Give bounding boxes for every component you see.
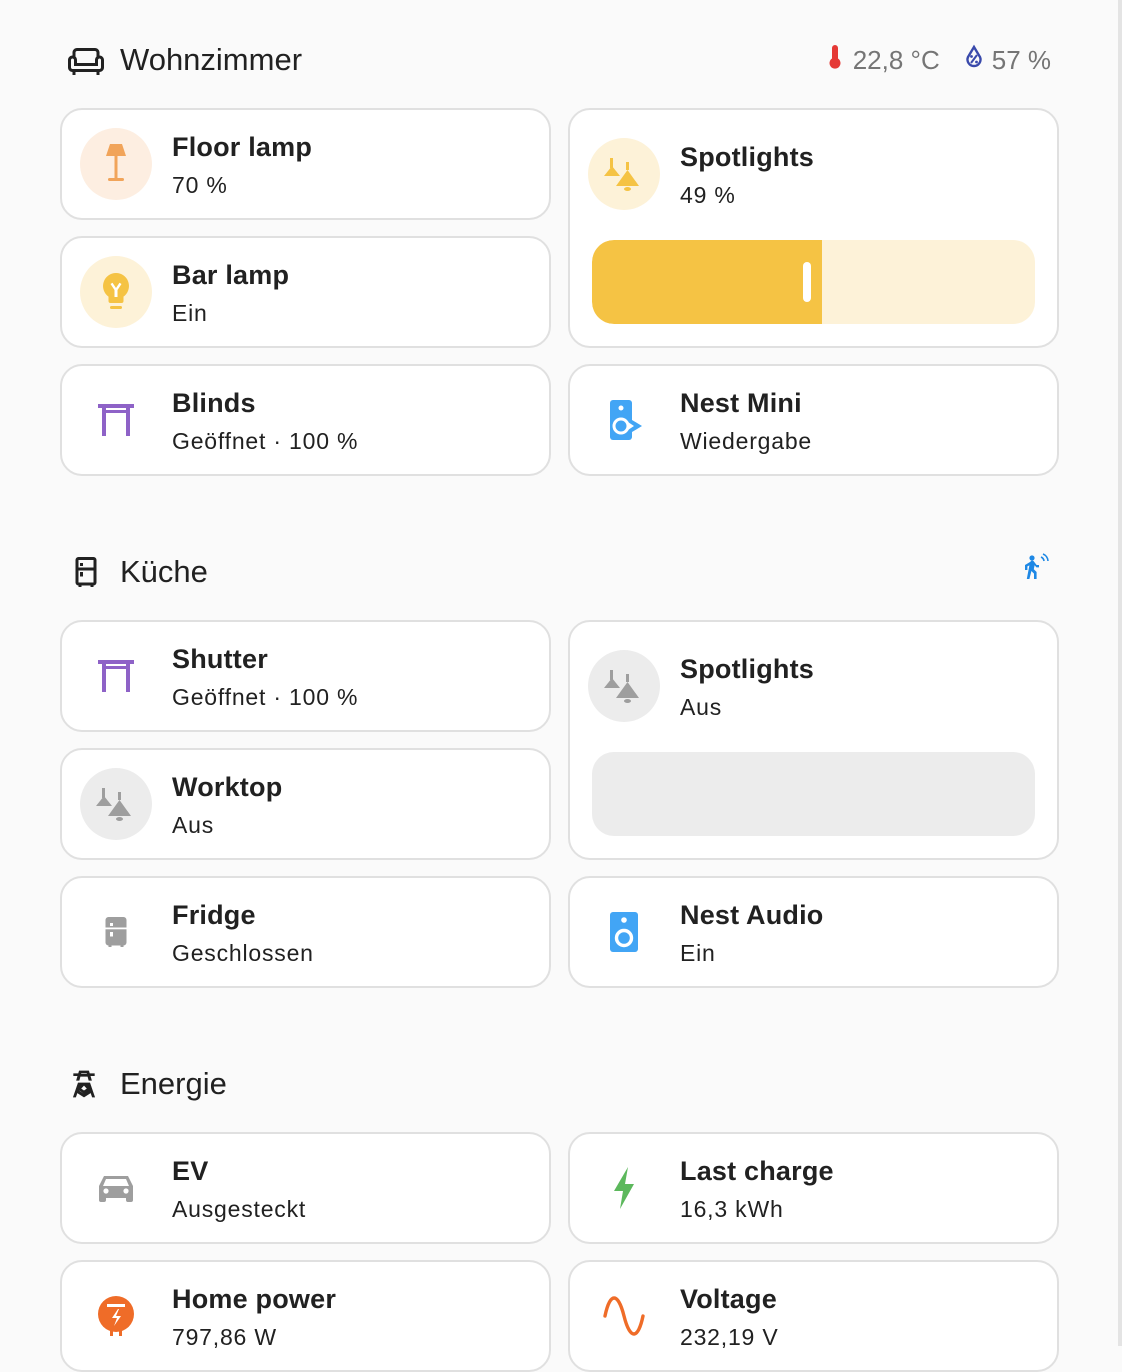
card-ev[interactable]: EV Ausgesteckt	[60, 1132, 551, 1244]
section-wohnzimmer: Wohnzimmer 22,8 °C 57 % Floor lamp 70 % …	[60, 32, 1059, 476]
section-header: Energie	[60, 1056, 1059, 1112]
sofa-icon	[68, 40, 108, 80]
brightness-slider[interactable]	[592, 240, 1035, 324]
floor-lamp-icon[interactable]	[80, 128, 152, 200]
transmission-tower-icon	[68, 1064, 108, 1104]
card-state: Ausgesteckt	[172, 1196, 307, 1222]
humidity-value: 57 %	[991, 44, 1051, 75]
blinds-icon[interactable]	[80, 640, 152, 712]
card-state: Ein	[172, 300, 208, 326]
card-name: Bar lamp	[172, 260, 290, 290]
card-name: Spotlights	[680, 654, 814, 684]
card-state: Aus	[172, 812, 215, 838]
lightning-icon[interactable]	[588, 1152, 660, 1224]
card-home-power[interactable]: Home power 797,86 W	[60, 1260, 551, 1372]
card-name: EV	[172, 1156, 209, 1186]
card-state: 49 %	[680, 182, 736, 208]
card-floor-lamp[interactable]: Floor lamp 70 %	[60, 108, 551, 220]
temperature-value: 22,8 °C	[852, 44, 940, 75]
card-state: Ein	[680, 940, 716, 966]
speaker-icon[interactable]	[588, 896, 660, 968]
card-name: Nest Mini	[680, 388, 802, 418]
card-state: 16,3 kWh	[680, 1196, 784, 1222]
section-title: Wohnzimmer	[120, 42, 303, 77]
slider-fill	[592, 240, 822, 324]
card-name: Fridge	[172, 900, 256, 930]
card-spotlights-wohnzimmer[interactable]: Spotlights 49 %	[568, 108, 1059, 348]
card-name: Home power	[172, 1284, 337, 1314]
card-fridge[interactable]: Fridge Geschlossen	[60, 876, 551, 988]
card-name: Worktop	[172, 772, 283, 802]
water-percent-icon	[962, 43, 986, 78]
card-name: Spotlights	[680, 142, 814, 172]
card-state: 70 %	[172, 172, 228, 198]
card-name: Floor lamp	[172, 132, 313, 162]
sine-wave-icon[interactable]	[588, 1280, 660, 1352]
blinds-icon[interactable]	[80, 384, 152, 456]
card-state: Geöffnet · 100 %	[172, 684, 359, 710]
section-header: Küche	[60, 544, 1059, 600]
spotlights-icon[interactable]	[588, 650, 660, 722]
spotlights-icon[interactable]	[588, 138, 660, 210]
card-name: Voltage	[680, 1284, 777, 1314]
card-worktop[interactable]: Worktop Aus	[60, 748, 551, 860]
temperature-badge[interactable]: 22,8 °C	[823, 43, 940, 78]
thermometer-icon	[823, 43, 847, 78]
card-state: Aus	[680, 694, 723, 720]
card-name: Last charge	[680, 1156, 834, 1186]
humidity-badge[interactable]: 57 %	[962, 43, 1051, 78]
home-power-icon[interactable]	[80, 1280, 152, 1352]
card-state: Geschlossen	[172, 940, 314, 966]
card-voltage[interactable]: Voltage 232,19 V	[568, 1260, 1059, 1372]
card-name: Nest Audio	[680, 900, 824, 930]
speaker-play-icon[interactable]	[588, 384, 660, 456]
card-spotlights-kueche[interactable]: Spotlights Aus	[568, 620, 1059, 860]
card-state: Geöffnet · 100 %	[172, 428, 359, 454]
fridge-icon	[68, 552, 108, 592]
card-name: Shutter	[172, 644, 268, 674]
car-icon[interactable]	[80, 1152, 152, 1224]
card-blinds[interactable]: Blinds Geöffnet · 100 %	[60, 364, 551, 476]
section-title: Energie	[120, 1066, 227, 1101]
fridge-icon[interactable]	[80, 896, 152, 968]
motion-badge[interactable]	[1019, 552, 1051, 592]
card-nest-audio[interactable]: Nest Audio Ein	[568, 876, 1059, 988]
section-header: Wohnzimmer 22,8 °C 57 %	[60, 32, 1059, 88]
card-bar-lamp[interactable]: Bar lamp Ein	[60, 236, 551, 348]
card-name: Blinds	[172, 388, 256, 418]
card-nest-mini[interactable]: Nest Mini Wiedergabe	[568, 364, 1059, 476]
motion-icon	[1019, 552, 1051, 592]
card-state: Wiedergabe	[680, 428, 813, 454]
card-state: 232,19 V	[680, 1324, 779, 1350]
section-energie: Energie EV Ausgesteckt Home power 797,86…	[60, 1056, 1059, 1372]
card-state: 797,86 W	[172, 1324, 277, 1350]
spotlights-icon[interactable]	[80, 768, 152, 840]
lightbulb-icon[interactable]	[80, 256, 152, 328]
section-title: Küche	[120, 554, 208, 589]
slider-handle[interactable]	[803, 262, 811, 302]
card-shutter[interactable]: Shutter Geöffnet · 100 %	[60, 620, 551, 732]
card-last-charge[interactable]: Last charge 16,3 kWh	[568, 1132, 1059, 1244]
section-kueche: Küche Shutter Geöffnet · 100 % Worktop A…	[60, 544, 1059, 988]
brightness-slider[interactable]	[592, 752, 1035, 836]
scrollbar-edge	[1118, 0, 1122, 1346]
